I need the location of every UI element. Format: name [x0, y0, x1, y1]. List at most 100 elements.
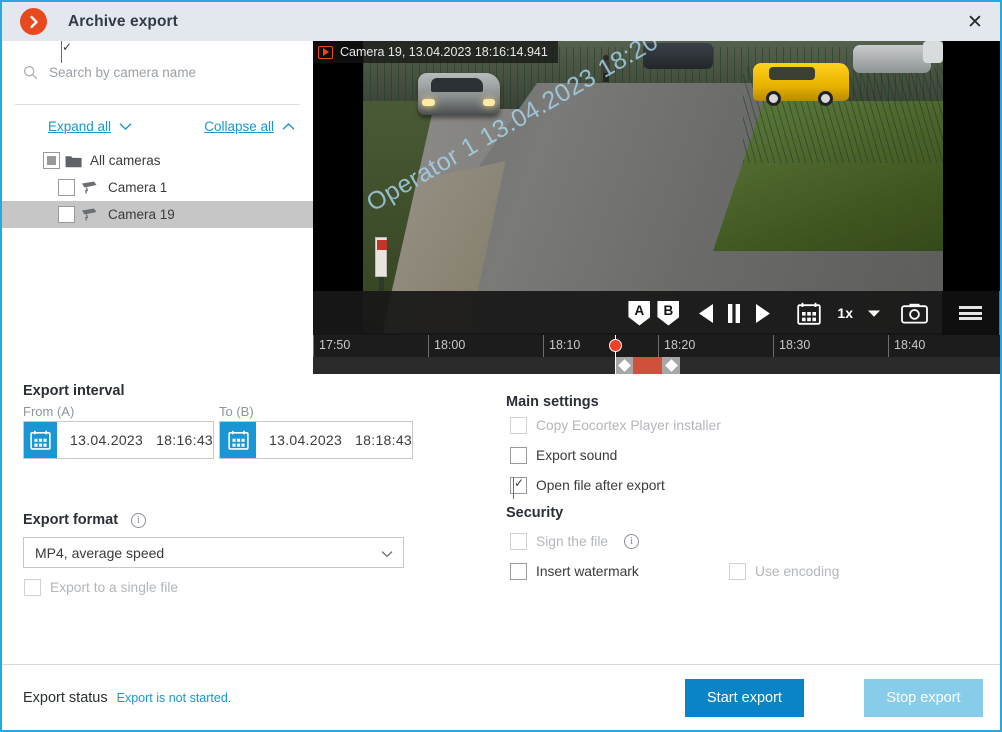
- playhead-marker-icon[interactable]: [609, 339, 622, 352]
- export-to-time[interactable]: 18:18:43: [355, 432, 412, 448]
- rewind-icon[interactable]: [697, 303, 714, 324]
- timeline-tick-label: 18:00: [434, 338, 466, 352]
- archive-timeline[interactable]: 17:50 18:00 18:10 18:20 18:30 18:40: [313, 335, 1000, 374]
- info-icon[interactable]: i: [624, 534, 640, 549]
- export-from-date[interactable]: 13.04.2023: [70, 432, 143, 448]
- video-overlay-label: Camera 19, 13.04.2023 18:16:14.941: [313, 41, 558, 63]
- calendar-icon[interactable]: [797, 302, 822, 325]
- selection-range[interactable]: [633, 357, 662, 374]
- sign-file-label: Sign the file: [536, 534, 609, 549]
- expand-all-link[interactable]: Expand all: [48, 119, 111, 134]
- tree-actions: Expand all Collapse all: [2, 110, 313, 143]
- search-input[interactable]: Search by camera name: [2, 41, 313, 104]
- tree-item-camera-1[interactable]: Camera 1: [2, 174, 313, 201]
- copy-player-installer-label: Copy Eocortex Player installer: [536, 418, 721, 433]
- open-file-after-export-checkbox[interactable]: ✓ Open file after export: [510, 477, 665, 499]
- checkbox-unchecked[interactable]: [510, 533, 527, 550]
- export-sound-label: Export sound: [536, 448, 618, 463]
- checkbox-unchecked[interactable]: [729, 563, 746, 580]
- chevron-up-icon[interactable]: [282, 122, 295, 131]
- pause-icon[interactable]: [726, 303, 742, 324]
- search-placeholder: Search by camera name: [49, 65, 197, 80]
- checkbox-unchecked[interactable]: [510, 417, 527, 434]
- export-status-label: Export status: [23, 689, 108, 706]
- tree-item-all-cameras[interactable]: All cameras: [2, 147, 313, 174]
- insert-watermark-checkbox[interactable]: Insert watermark: [510, 563, 639, 580]
- sign-file-checkbox[interactable]: Sign the file: [510, 533, 608, 550]
- export-format-value: MP4, average speed: [35, 544, 165, 561]
- security-title: Security: [506, 505, 564, 521]
- page-title: Archive export: [68, 12, 178, 30]
- camera-snapshot-icon[interactable]: [901, 303, 928, 324]
- export-to-date[interactable]: 13.04.2023: [269, 432, 342, 448]
- export-status-value: Export is not started.: [116, 690, 232, 705]
- export-single-file-checkbox[interactable]: Export to a single file: [24, 579, 178, 596]
- chevron-down-icon[interactable]: [381, 545, 393, 561]
- checkbox-unchecked[interactable]: [510, 447, 527, 464]
- insert-watermark-label: Insert watermark: [536, 564, 639, 579]
- export-single-file-label: Export to a single file: [50, 580, 179, 595]
- player-controls: A B 1x: [313, 291, 1000, 335]
- checkbox-unchecked[interactable]: [58, 179, 75, 196]
- title-bar: Archive export ✕: [2, 2, 1000, 41]
- video-car-white: [923, 41, 943, 63]
- chevron-down-icon[interactable]: [119, 122, 132, 131]
- timeline-tick-label: 18:10: [549, 338, 581, 352]
- eocortex-chevron-logo-icon: [20, 8, 47, 35]
- folder-icon: [65, 154, 82, 168]
- export-to-datetime-field[interactable]: 13.04.2023 18:18:43: [219, 421, 413, 459]
- camera-icon: [80, 207, 100, 222]
- export-format-header: Export format i: [23, 512, 147, 528]
- tree-item-label: Camera 1: [108, 180, 168, 195]
- checkbox-unchecked[interactable]: [510, 563, 527, 580]
- collapse-all-link[interactable]: Collapse all: [204, 119, 274, 134]
- video-car-silver: [853, 45, 931, 73]
- open-file-after-export-label: Open file after export: [536, 478, 665, 493]
- export-sound-checkbox[interactable]: Export sound: [510, 447, 617, 464]
- video-overlay-text: Camera 19, 13.04.2023 18:16:14.941: [340, 45, 548, 59]
- video-yellow-van: [753, 63, 849, 106]
- video-pedestrian: [601, 55, 610, 82]
- info-icon[interactable]: i: [131, 512, 147, 528]
- video-car-foreground: [418, 73, 500, 115]
- start-export-button[interactable]: Start export: [685, 679, 804, 717]
- close-icon[interactable]: ✕: [960, 8, 990, 36]
- copy-player-installer-checkbox[interactable]: Copy Eocortex Player installer: [510, 417, 721, 434]
- footer-bar: Export status Export is not started. Sta…: [2, 664, 1000, 730]
- tree-item-label: All cameras: [90, 153, 161, 168]
- export-from-time[interactable]: 18:16:43: [156, 432, 213, 448]
- calendar-icon[interactable]: [24, 422, 58, 458]
- checkbox-unchecked[interactable]: [24, 579, 41, 596]
- camera-icon: [80, 180, 100, 195]
- export-format-select[interactable]: MP4, average speed: [23, 537, 404, 568]
- use-encoding-checkbox[interactable]: Use encoding: [729, 563, 839, 580]
- checkbox-checked[interactable]: ✓: [510, 477, 527, 499]
- timeline-playhead[interactable]: [609, 335, 622, 374]
- use-encoding-label: Use encoding: [755, 564, 840, 579]
- export-from-datetime-field[interactable]: 13.04.2023 18:16:43: [23, 421, 214, 459]
- tree-item-camera-19[interactable]: ✓ Camera 19: [2, 41, 313, 228]
- marker-a-button[interactable]: A: [628, 300, 651, 326]
- selection-handle-b[interactable]: [662, 357, 680, 374]
- caret-down-icon[interactable]: [867, 309, 881, 318]
- hamburger-menu-icon[interactable]: [942, 291, 999, 335]
- archive-export-window: Archive export ✕ Search by camera name E…: [0, 0, 1002, 732]
- timeline-tick-label: 18:20: [664, 338, 696, 352]
- playback-speed-label[interactable]: 1x: [837, 305, 853, 321]
- checkbox-checked[interactable]: ✓: [58, 41, 75, 223]
- video-roadside-sign: [375, 237, 387, 277]
- stop-export-button[interactable]: Stop export: [864, 679, 983, 717]
- video-preview[interactable]: Operator 1 13.04.2023 18:20 VOSKRESENSKI…: [313, 41, 1000, 374]
- export-interval-title: Export interval: [23, 383, 125, 399]
- checkbox-partial[interactable]: [43, 152, 60, 169]
- timeline-export-selection[interactable]: [615, 357, 680, 374]
- cameras-panel: Search by camera name Expand all Collaps…: [2, 41, 313, 374]
- play-icon[interactable]: [754, 303, 771, 324]
- marker-b-button[interactable]: B: [657, 300, 680, 326]
- export-settings: Export interval From (A) To (B) 13.04.20…: [2, 374, 1000, 668]
- export-to-label: To (B): [219, 404, 254, 419]
- video-car-dark: [643, 43, 713, 69]
- sign-file-row: Sign the file i: [510, 533, 640, 550]
- calendar-icon[interactable]: [220, 422, 257, 458]
- selection-handle-a[interactable]: [615, 357, 633, 374]
